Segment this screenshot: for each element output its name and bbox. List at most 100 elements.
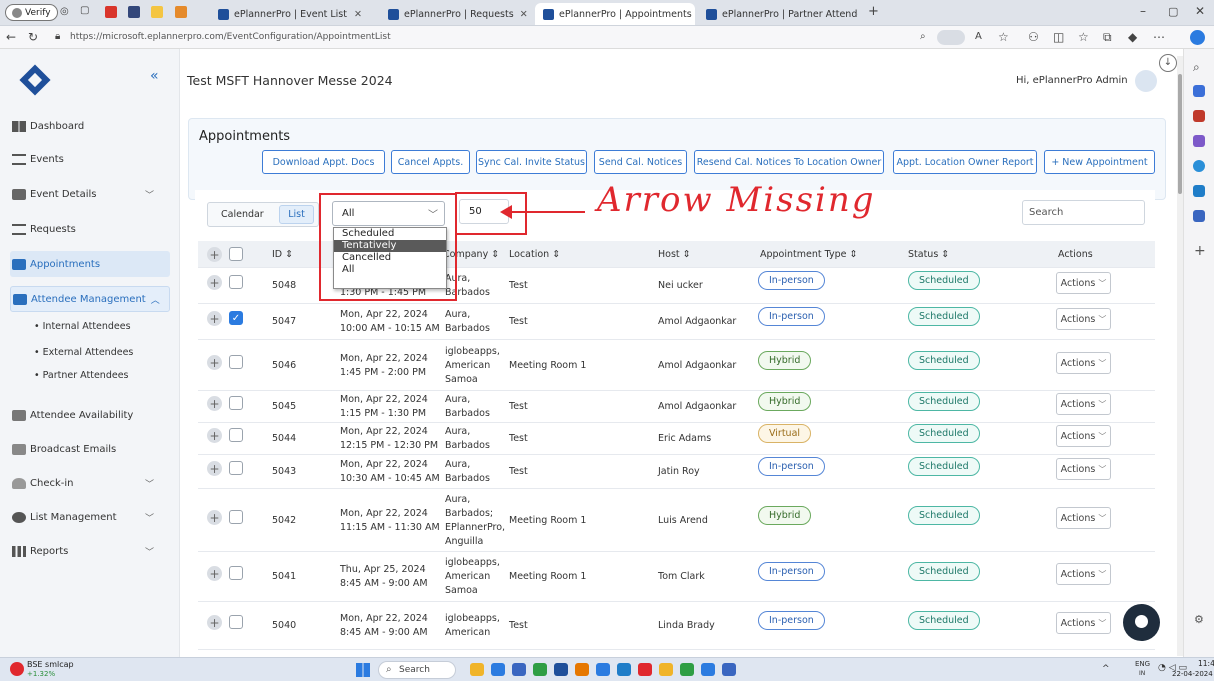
taskbar-app-icon[interactable]	[680, 663, 694, 676]
taskbar-app-icon[interactable]	[659, 663, 673, 676]
chat-widget-button[interactable]	[1123, 604, 1160, 641]
sidebar-app-icon-1[interactable]	[1193, 85, 1205, 97]
pinned-tab-icon-2[interactable]	[128, 6, 140, 18]
refresh-icon[interactable]: ↻	[28, 30, 38, 44]
expand-row-icon[interactable]: +	[207, 461, 222, 476]
close-tab-icon[interactable]: ✕	[692, 9, 695, 20]
windows-start-icon[interactable]	[356, 663, 370, 677]
taskbar-app-icon[interactable]	[512, 663, 526, 676]
sidebar-subitem-internal-attendees[interactable]: • Internal Attendees	[34, 321, 131, 332]
new-tab-icon[interactable]: +	[868, 4, 879, 19]
pinned-tab-icon-3[interactable]	[151, 6, 163, 18]
tab-event-list[interactable]: ePlannerPro | Event List ✕	[210, 3, 370, 25]
back-icon[interactable]: ←	[6, 30, 16, 44]
url-field[interactable]: https://microsoft.eplannerpro.com/EventC…	[70, 32, 391, 42]
language-indicator[interactable]: ENG	[1135, 660, 1150, 668]
pinned-tab-icon-4[interactable]	[175, 6, 187, 18]
taskbar-app-icon[interactable]	[701, 663, 715, 676]
taskbar-app-icon[interactable]	[533, 663, 547, 676]
sidebar-app-icon-3[interactable]	[1193, 135, 1205, 147]
row-actions-button[interactable]: Actions ﹀	[1056, 563, 1111, 585]
add-sidebar-app-icon[interactable]: +	[1194, 243, 1206, 259]
column-header-id[interactable]: ID ⇕	[272, 248, 293, 262]
send-cal-notices-button[interactable]: Send Cal. Notices	[594, 150, 687, 174]
expand-row-icon[interactable]: +	[207, 428, 222, 443]
appt-location-owner-report-button[interactable]: Appt. Location Owner Report	[893, 150, 1037, 174]
tab-requests[interactable]: ePlannerPro | Requests ✕	[380, 3, 532, 25]
list-view-button[interactable]: List	[279, 205, 314, 224]
taskbar-app-icon[interactable]	[470, 663, 484, 676]
row-actions-button[interactable]: Actions ﹀	[1056, 425, 1111, 447]
sidebar-app-icon-6[interactable]	[1193, 210, 1205, 222]
stock-widget-icon[interactable]	[10, 662, 24, 676]
profile-extension-icon[interactable]: ◆	[1128, 30, 1137, 44]
close-tab-icon[interactable]: ✕	[514, 9, 528, 20]
row-checkbox[interactable]	[229, 428, 243, 442]
scrollbar[interactable]	[1177, 56, 1183, 656]
favorite-star-icon[interactable]: ☆	[998, 30, 1009, 44]
search-input[interactable]: Search	[1022, 200, 1145, 225]
column-header-location[interactable]: Location ⇕	[509, 248, 560, 262]
taskbar-app-icon[interactable]	[554, 663, 568, 676]
close-tab-icon[interactable]: ✕	[348, 9, 362, 20]
sidebar-item-dashboard[interactable]: Dashboard	[10, 113, 170, 139]
sidebar-item-requests[interactable]: Requests	[10, 216, 170, 242]
row-actions-button[interactable]: Actions ﹀	[1056, 507, 1111, 529]
sync-cal-invite-status-button[interactable]: Sync Cal. Invite Status	[476, 150, 587, 174]
row-checkbox[interactable]	[229, 510, 243, 524]
sidebar-app-icon-4[interactable]	[1193, 160, 1205, 172]
search-page-icon[interactable]: ⌕	[920, 31, 926, 42]
sidebar-item-events[interactable]: Events	[10, 146, 170, 172]
sidebar-app-icon-2[interactable]	[1193, 110, 1205, 122]
read-aloud-icon[interactable]: A	[975, 31, 982, 42]
collapse-sidebar-icon[interactable]: «	[150, 68, 159, 84]
expand-row-icon[interactable]: +	[207, 311, 222, 326]
column-header-host[interactable]: Host ⇕	[658, 248, 691, 262]
row-checkbox[interactable]: ✓	[229, 311, 243, 325]
clock-time[interactable]: 11:41	[1198, 659, 1214, 668]
row-actions-button[interactable]: Actions ﹀	[1056, 458, 1111, 480]
scrollbar-thumb[interactable]	[1178, 74, 1182, 194]
more-icon[interactable]: ⋯	[1153, 30, 1165, 44]
row-actions-button[interactable]: Actions ﹀	[1056, 308, 1111, 330]
split-screen-icon[interactable]: ◫	[1053, 30, 1064, 44]
taskbar-app-icon[interactable]	[722, 663, 736, 676]
search-icon[interactable]: ⌕	[1193, 60, 1200, 75]
user-greeting[interactable]: Hi, ePlannerPro Admin	[1016, 75, 1128, 86]
row-actions-button[interactable]: Actions ﹀	[1056, 393, 1111, 415]
calendar-view-button[interactable]: Calendar	[221, 209, 264, 220]
sidebar-item-reports[interactable]: Reports ﹀	[10, 538, 170, 564]
extensions-icon[interactable]: ⚇	[1028, 30, 1039, 44]
expand-row-icon[interactable]: +	[207, 615, 222, 630]
row-checkbox[interactable]	[229, 355, 243, 369]
favorites-icon[interactable]: ☆	[1078, 30, 1089, 44]
tab-actions-icon[interactable]: ▢	[80, 5, 89, 16]
column-header-status[interactable]: Status ⇕	[908, 248, 949, 262]
workspaces-icon[interactable]: ◎	[60, 6, 69, 17]
sidebar-item-list-management[interactable]: List Management ﹀	[10, 504, 170, 530]
row-actions-button[interactable]: Actions ﹀	[1056, 612, 1111, 634]
taskbar-app-icon[interactable]	[617, 663, 631, 676]
expand-all-icon[interactable]: +	[207, 247, 222, 262]
row-checkbox[interactable]	[229, 461, 243, 475]
expand-row-icon[interactable]: +	[207, 275, 222, 290]
download-appt-docs-button[interactable]: Download Appt. Docs	[262, 150, 385, 174]
taskbar-app-icon[interactable]	[491, 663, 505, 676]
row-checkbox[interactable]	[229, 275, 243, 289]
tab-partner-attendees[interactable]: ePlannerPro | Partner Attendees ✕	[698, 3, 858, 25]
resend-cal-notices-button[interactable]: Resend Cal. Notices To Location Owner	[694, 150, 884, 174]
sidebar-item-attendee-management[interactable]: Attendee Management ︿	[10, 286, 170, 312]
row-actions-button[interactable]: Actions ﹀	[1056, 352, 1111, 374]
window-close-icon[interactable]: ✕	[1195, 4, 1205, 18]
avatar[interactable]	[1135, 70, 1157, 92]
new-appointment-button[interactable]: + New Appointment	[1044, 150, 1155, 174]
column-header-appointment-type[interactable]: Appointment Type ⇕	[760, 248, 857, 262]
taskbar-app-icon[interactable]	[638, 663, 652, 676]
taskbar-app-icon[interactable]	[596, 663, 610, 676]
taskbar-app-icon[interactable]	[575, 663, 589, 676]
pinned-tab-icon-1[interactable]	[105, 6, 117, 18]
minimize-icon[interactable]: –	[1140, 4, 1146, 18]
row-checkbox[interactable]	[229, 615, 243, 629]
tray-chevron-icon[interactable]: ^	[1102, 664, 1110, 674]
expand-row-icon[interactable]: +	[207, 510, 222, 525]
